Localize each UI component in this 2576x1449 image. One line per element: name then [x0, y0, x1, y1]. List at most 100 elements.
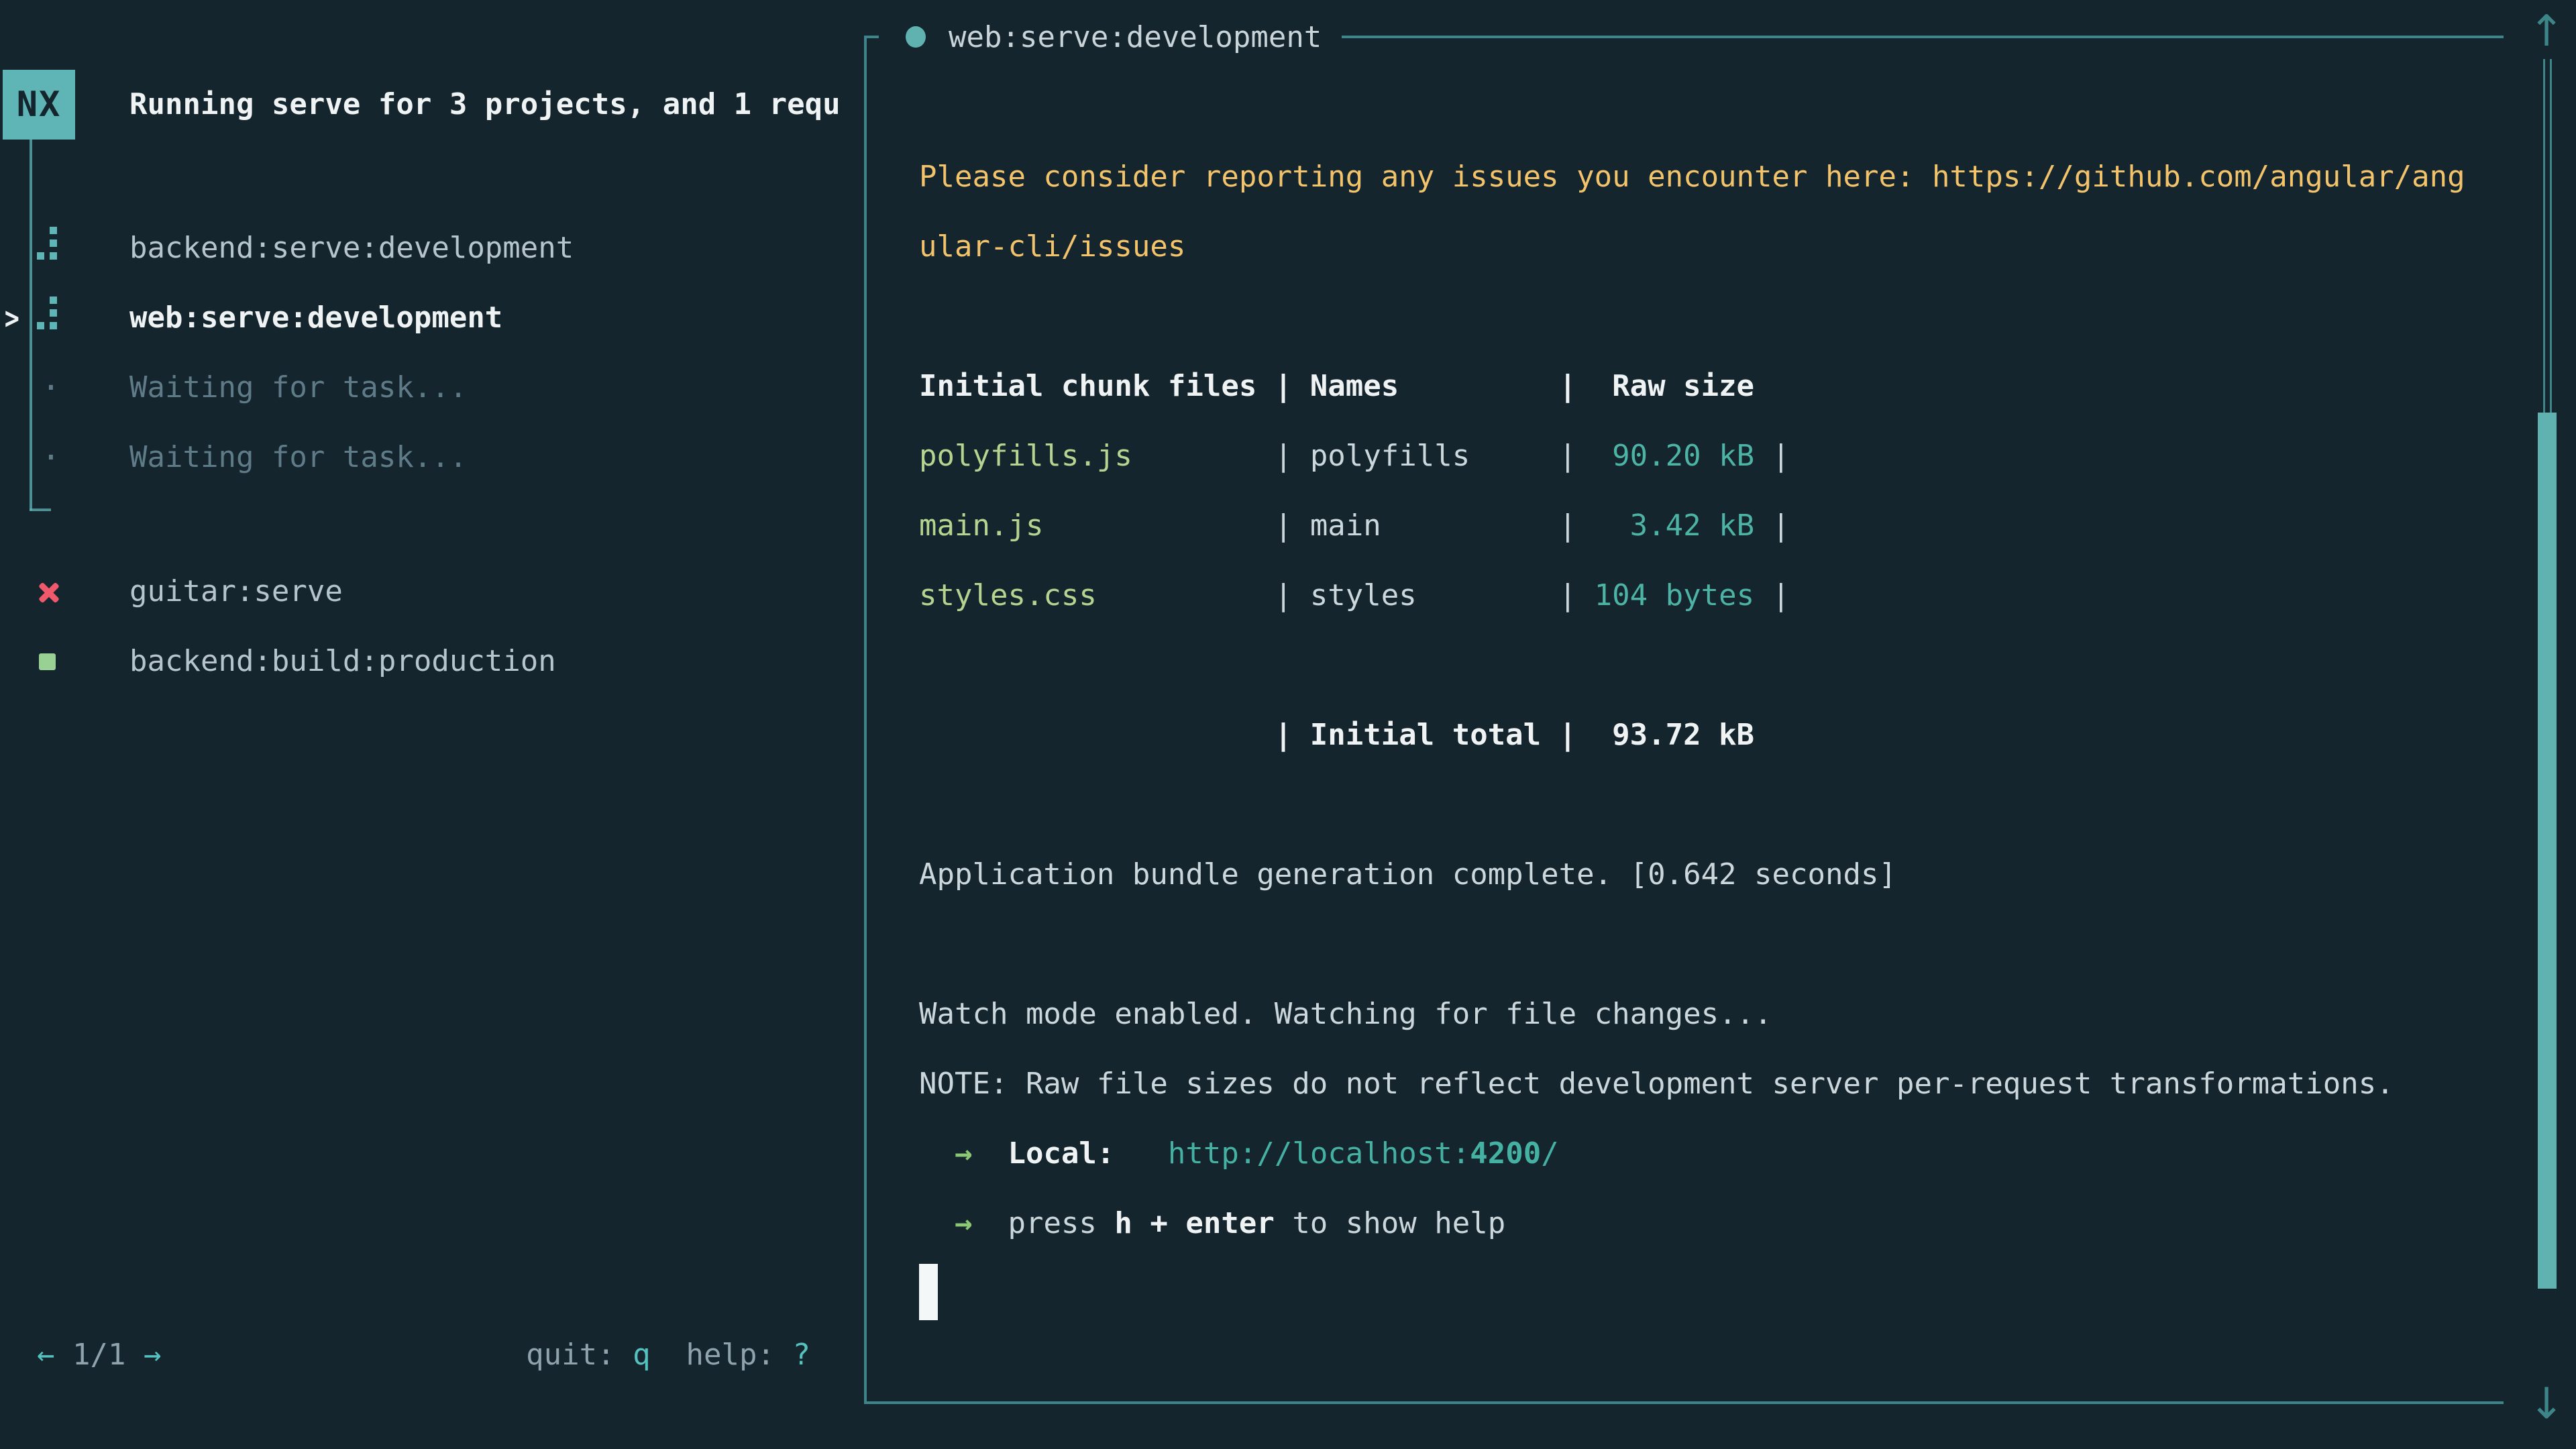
- terminal-text: [972, 1136, 1008, 1171]
- terminal-text: Initial chunk files | Names | Raw size: [919, 369, 1754, 403]
- terminal-text: styles.css: [919, 578, 1256, 612]
- terminal-line: main.js | main | 3.42 kB |: [919, 491, 2482, 561]
- terminal-text: |: [1541, 578, 1594, 612]
- terminal-text: |: [1754, 578, 1790, 612]
- sidebar-status-bar: ← 1/1 → quit: q help: ?: [0, 1320, 864, 1389]
- task-row[interactable]: ·Waiting for task...: [0, 423, 864, 492]
- terminal-text: to show help: [1275, 1206, 1505, 1240]
- task-label: Waiting for task...: [129, 353, 467, 423]
- keyboard-hints: quit: q help: ?: [526, 1338, 810, 1372]
- panel-title: web:serve:development: [879, 18, 1342, 56]
- terminal-text: polyfills: [1310, 439, 1541, 473]
- quit-key: q: [633, 1338, 651, 1372]
- terminal-text: [919, 1136, 955, 1171]
- localhost-link[interactable]: /: [1541, 1136, 1559, 1171]
- terminal-text: press: [972, 1206, 1114, 1240]
- task-row[interactable]: > web:serve:development: [0, 283, 864, 353]
- terminal-line: | Initial total | 93.72 kB: [919, 700, 2482, 770]
- terminal-cursor: [919, 1264, 938, 1320]
- terminal-text: |: [1754, 508, 1790, 543]
- selected-chevron-icon: >: [5, 283, 19, 353]
- task-row[interactable]: · Waiting for task...: [0, 353, 864, 423]
- terminal-text: 104 bytes: [1595, 578, 1754, 612]
- app-title: Running serve for 3 projects, and 1 requ: [129, 70, 862, 140]
- sidebar: NX Running serve for 3 projects, and 1 r…: [0, 0, 864, 1449]
- terminal-text: [919, 1206, 955, 1240]
- waiting-bullet-icon: ·: [38, 423, 64, 492]
- terminal-text: |: [1256, 578, 1309, 612]
- terminal-text: Local:: [1008, 1136, 1114, 1171]
- spinner-icon: [38, 295, 64, 341]
- terminal-text: main.js: [919, 508, 1256, 543]
- terminal-line: Initial chunk files | Names | Raw size: [919, 352, 2482, 421]
- terminal-text: ular-cli/issues: [919, 229, 1185, 264]
- nx-logo: NX: [3, 70, 75, 140]
- help-hint-label: help:: [651, 1338, 793, 1372]
- localhost-link[interactable]: http://localhost:: [1168, 1136, 1470, 1171]
- terminal-line: [919, 910, 2482, 979]
- pager: ← 1/1 →: [37, 1338, 161, 1372]
- terminal-text: Watch mode enabled. Watching for file ch…: [919, 997, 1772, 1031]
- terminal-line: Please consider reporting any issues you…: [919, 142, 2482, 212]
- pager-spacer: [125, 1338, 144, 1372]
- pager-prev-icon[interactable]: ←: [37, 1338, 55, 1372]
- terminal-line: [919, 631, 2482, 700]
- terminal-line: [919, 282, 2482, 352]
- terminal-text: 3.42 kB: [1595, 508, 1754, 543]
- spinner-icon: [38, 225, 64, 271]
- terminal-text: 90.20 kB: [1595, 439, 1754, 473]
- terminal-text: | Initial total | 93.72 kB: [919, 718, 1754, 752]
- terminal-text: main: [1310, 508, 1541, 543]
- terminal-text: polyfills.js: [919, 439, 1256, 473]
- terminal-line: NOTE: Raw file sizes do not reflect deve…: [919, 1049, 2482, 1119]
- pager-count-label: 1/1: [72, 1338, 125, 1372]
- terminal-text: NOTE: Raw file sizes do not reflect deve…: [919, 1067, 2394, 1101]
- terminal-text: |: [1256, 508, 1309, 543]
- terminal-text: |: [1256, 439, 1309, 473]
- help-key: ?: [793, 1338, 811, 1372]
- terminal-text: →: [955, 1136, 973, 1171]
- task-list: backend:serve:development > web:serve:deve…: [0, 213, 864, 492]
- terminal-line: ular-cli/issues: [919, 212, 2482, 282]
- terminal-line: Application bundle generation complete. …: [919, 840, 2482, 910]
- terminal-line: polyfills.js | polyfills | 90.20 kB |: [919, 421, 2482, 491]
- terminal-text: →: [955, 1206, 973, 1240]
- task-row[interactable]: guitar:serve: [0, 557, 864, 627]
- quit-hint-label: quit:: [526, 1338, 633, 1372]
- task-label: backend:build:production: [129, 627, 556, 696]
- waiting-bullet-icon: ·: [38, 353, 64, 423]
- scrollbar-track[interactable]: [2543, 59, 2552, 413]
- terminal-text: Please consider reporting any issues you…: [919, 160, 2465, 194]
- other-task-list: guitar:servebackend:build:production: [0, 557, 864, 696]
- task-tree-corner: [30, 508, 51, 511]
- output-panel: web:serve:development Please consider re…: [864, 36, 2504, 1404]
- task-label: guitar:serve: [129, 557, 343, 627]
- scrollbar-thumb[interactable]: [2538, 413, 2557, 1289]
- task-row[interactable]: backend:serve:development: [0, 213, 864, 283]
- pager-next-icon[interactable]: →: [144, 1338, 162, 1372]
- scroll-up-icon[interactable]: ↑: [2520, 1, 2573, 62]
- task-row[interactable]: backend:build:production: [0, 627, 864, 696]
- terminal-line: → press h + enter to show help: [919, 1189, 2482, 1258]
- terminal-output: Please consider reporting any issues you…: [919, 142, 2482, 1328]
- terminal-text: styles: [1310, 578, 1541, 612]
- terminal-line: [919, 770, 2482, 840]
- terminal-line: → Local: http://localhost:4200/: [919, 1119, 2482, 1189]
- terminal-text: [1114, 1136, 1167, 1171]
- terminal-text: |: [1541, 439, 1594, 473]
- terminal-line: Watch mode enabled. Watching for file ch…: [919, 979, 2482, 1049]
- terminal-text: |: [1754, 439, 1790, 473]
- error-x-icon: [38, 581, 60, 604]
- panel-title-text: web:serve:development: [949, 20, 1322, 54]
- terminal-text: h + enter: [1114, 1206, 1274, 1240]
- terminal-text: Application bundle generation complete. …: [919, 857, 1896, 892]
- terminal-line: [919, 1258, 2482, 1328]
- terminal-line: styles.css | styles | 104 bytes |: [919, 561, 2482, 631]
- task-label: backend:serve:development: [129, 213, 574, 283]
- pager-count: [55, 1338, 73, 1372]
- scroll-down-icon[interactable]: ↓: [2520, 1374, 2573, 1434]
- running-dot-icon: [906, 26, 926, 48]
- task-label: web:serve:development: [129, 283, 502, 353]
- localhost-link[interactable]: 4200: [1470, 1136, 1541, 1171]
- terminal-text: |: [1541, 508, 1594, 543]
